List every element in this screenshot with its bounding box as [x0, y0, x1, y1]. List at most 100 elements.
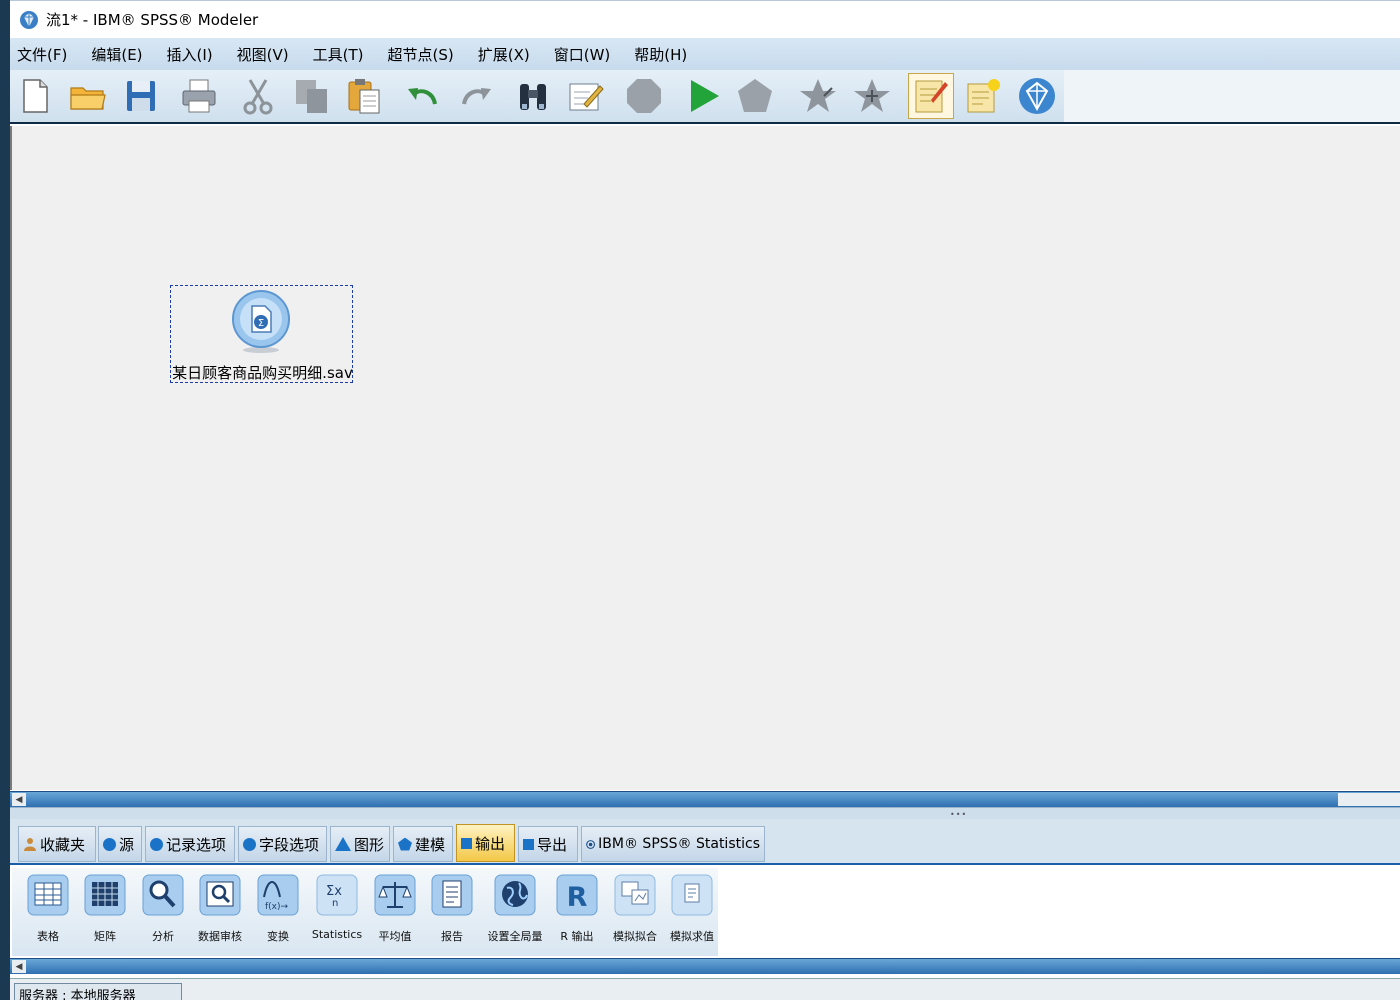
zoom-out-supernode-button[interactable] [849, 73, 895, 119]
menu-supernode[interactable]: 超节点(S) [388, 44, 454, 65]
stop-octagon-icon [627, 79, 661, 113]
zoom-in-supernode-button[interactable] [795, 73, 841, 119]
palette-node-table[interactable]: 表格 [19, 873, 77, 944]
person-icon [24, 838, 36, 851]
palette-node-label: 设置全局量 [487, 930, 543, 943]
new-stream-button[interactable] [12, 73, 58, 119]
palette-node-label: 矩阵 [94, 930, 116, 943]
splitter-grip-icon[interactable]: ••• [950, 810, 967, 819]
paste-button[interactable] [341, 73, 387, 119]
palette-node-transform[interactable]: f(x)→ 变换 [249, 873, 307, 944]
undo-arrow-icon [408, 88, 437, 105]
tab-sources[interactable]: 源 [98, 826, 142, 862]
palette-node-sim-eval[interactable]: 模拟求值 [663, 873, 721, 944]
palette-node-statistics[interactable]: Σx n Statistics [308, 873, 366, 941]
menu-view[interactable]: 视图(V) [237, 44, 289, 65]
scroll-left-arrow-icon[interactable]: ◀ [12, 793, 26, 806]
panel-splitter[interactable]: ••• [10, 807, 1400, 819]
canvas-horizontal-scrollbar[interactable]: ◀ [10, 791, 1400, 807]
table-icon [27, 874, 69, 916]
palette-node-r-output[interactable]: R R 输出 [548, 873, 606, 944]
play-icon [691, 80, 719, 112]
palette-node-label: 平均值 [378, 930, 412, 943]
tab-output[interactable]: 输出 [456, 824, 515, 862]
palette-node-label: 模拟求值 [670, 930, 714, 943]
print-button[interactable] [176, 73, 222, 119]
save-stream-button[interactable] [118, 73, 164, 119]
open-stream-button[interactable] [65, 73, 111, 119]
paste-clipboard-icon [348, 79, 380, 114]
printer-icon [182, 79, 216, 113]
scroll-left-arrow-icon[interactable]: ◀ [12, 960, 26, 973]
title-bar: 流1* - IBM® SPSS® Modeler [10, 0, 1400, 38]
tab-export[interactable]: 导出 [518, 826, 578, 862]
stream-node[interactable]: Σ 某日顾客商品购买明细.sav [170, 285, 353, 383]
tab-spss-statistics-label: IBM® SPSS® Statistics [598, 836, 760, 852]
copy-icon [296, 80, 327, 113]
tab-modeling[interactable]: 建模 [393, 826, 453, 862]
search-button[interactable] [510, 73, 556, 119]
square-icon [461, 837, 472, 849]
save-disk-icon [127, 81, 155, 111]
circle-icon [103, 837, 116, 851]
pentagon-icon [398, 837, 412, 851]
sim-fit-icon [614, 874, 656, 916]
scissors-icon [243, 79, 273, 115]
tab-favorites[interactable]: 收藏夹 [18, 826, 96, 862]
tab-field-ops[interactable]: 字段选项 [238, 826, 327, 862]
palette-node-label: 分析 [152, 930, 174, 943]
tab-graphs-label: 图形 [354, 835, 385, 854]
menu-window[interactable]: 窗口(W) [554, 44, 611, 65]
menu-file[interactable]: 文件(F) [17, 44, 67, 65]
scroll-track[interactable] [1338, 793, 1400, 806]
transform-icon: f(x)→ [257, 874, 299, 916]
stop-button[interactable] [621, 73, 667, 119]
palette-node-set-globals[interactable]: 设置全局量 [486, 873, 544, 944]
stream-canvas[interactable]: Σ 某日顾客商品购买明细.sav [10, 126, 1400, 790]
open-folder-icon [70, 87, 106, 110]
palette-horizontal-scrollbar[interactable]: ◀ [10, 958, 1400, 974]
svg-text:f(x)→: f(x)→ [265, 902, 289, 912]
tab-record-ops[interactable]: 记录选项 [145, 826, 235, 862]
globe-icon [494, 874, 536, 916]
square-icon [523, 838, 534, 850]
edit-annotation-button[interactable] [563, 73, 609, 119]
tab-field-ops-label: 字段选项 [259, 835, 320, 854]
menu-edit[interactable]: 编辑(E) [91, 44, 142, 65]
svg-text:R: R [567, 882, 588, 913]
menu-extensions[interactable]: 扩展(X) [478, 44, 530, 65]
palette-node-data-audit[interactable]: 数据审核 [191, 873, 249, 944]
new-comment-button[interactable] [960, 73, 1006, 119]
palette-node-label: 报告 [441, 930, 463, 943]
palette-node-label: 表格 [37, 930, 59, 943]
annotation-toggle-button[interactable] [908, 73, 954, 119]
palette-node-sim-fit[interactable]: 模拟拟合 [606, 873, 664, 944]
menu-help[interactable]: 帮助(H) [634, 44, 687, 65]
undo-button[interactable] [400, 73, 446, 119]
circle-icon [243, 837, 256, 851]
palette-node-label: Statistics [311, 928, 363, 941]
palette-node-report[interactable]: 报告 [423, 873, 481, 944]
tab-output-label: 输出 [475, 834, 506, 853]
palette-node-matrix[interactable]: 矩阵 [76, 873, 134, 944]
node-palette: 表格 矩阵 分析 数据审核 f(x)→ 变换 Σx n Statistics 平均… [10, 863, 1400, 957]
palette-node-means[interactable]: 平均值 [366, 873, 424, 944]
menu-tools[interactable]: 工具(T) [313, 44, 364, 65]
cut-button[interactable] [235, 73, 281, 119]
matrix-icon [84, 874, 126, 916]
menu-insert[interactable]: 插入(I) [167, 44, 213, 65]
palette-node-analysis[interactable]: 分析 [134, 873, 192, 944]
redo-button[interactable] [453, 73, 499, 119]
insight-button[interactable] [1014, 73, 1060, 119]
triangle-icon [335, 837, 351, 851]
svg-text:Σx: Σx [326, 884, 342, 899]
edit-notepad-icon [569, 83, 604, 111]
run-button[interactable] [680, 73, 726, 119]
spss-app-icon [20, 10, 38, 29]
copy-button[interactable] [289, 73, 335, 119]
run-selection-button[interactable] [732, 73, 778, 119]
server-tab[interactable]: 服务器 : 本地服务器 [14, 983, 182, 1000]
spss-icon [586, 839, 595, 849]
tab-graphs[interactable]: 图形 [330, 826, 390, 862]
tab-spss-statistics[interactable]: IBM® SPSS® Statistics [581, 826, 765, 862]
